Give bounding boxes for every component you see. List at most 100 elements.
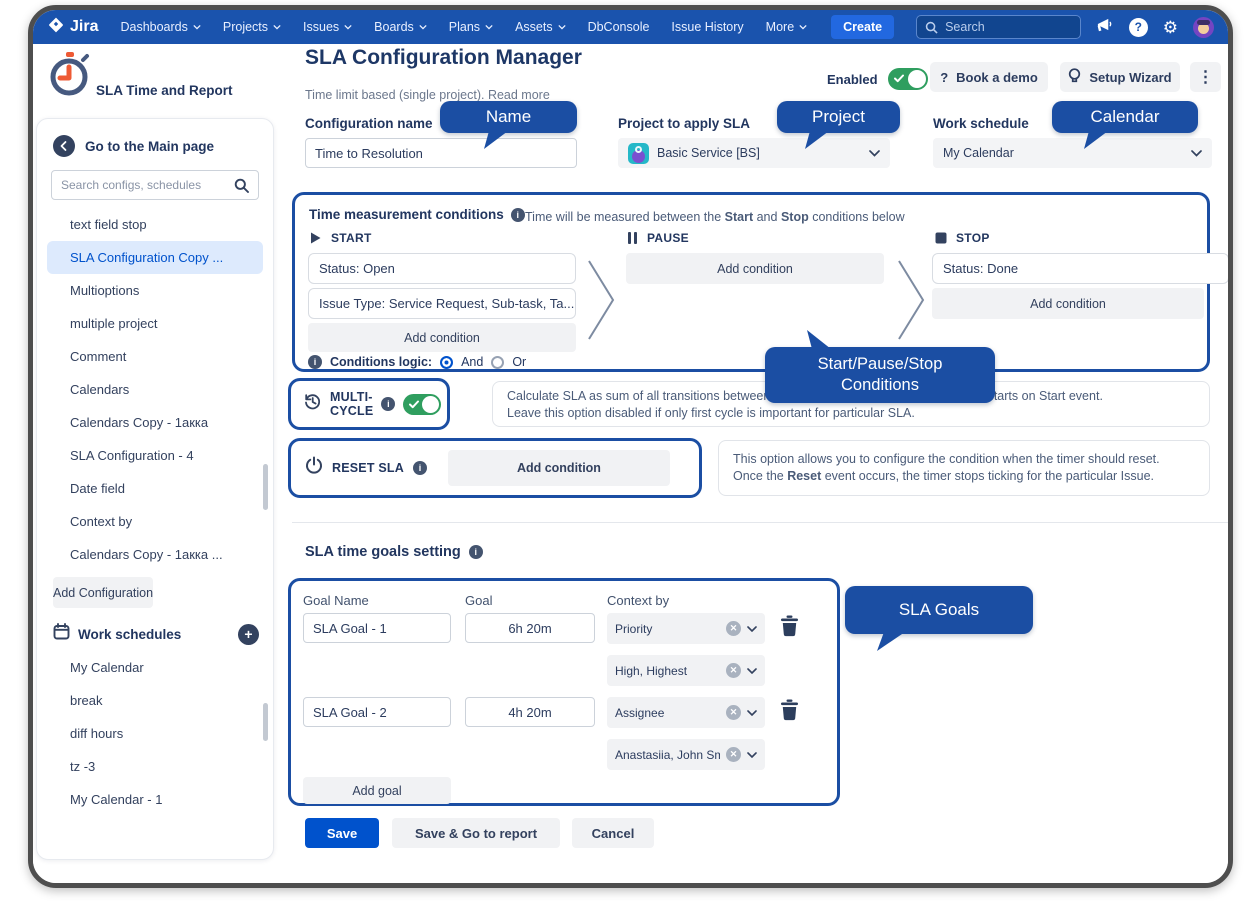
goal-time-input[interactable] bbox=[465, 697, 595, 727]
navbar-search[interactable] bbox=[916, 15, 1081, 39]
announcements-icon[interactable] bbox=[1095, 16, 1114, 38]
schedule-select[interactable]: My Calendar bbox=[933, 138, 1212, 168]
project-select[interactable]: Basic Service [BS] bbox=[618, 138, 890, 168]
chevron-down-icon bbox=[747, 752, 757, 758]
reset-add-condition-button[interactable]: Add condition bbox=[448, 450, 670, 486]
nav-item-plans[interactable]: Plans bbox=[449, 20, 493, 34]
goal-time-input[interactable] bbox=[465, 613, 595, 643]
time-measurement-section: Time measurement conditions i Time will … bbox=[292, 192, 1210, 372]
navbar-search-input[interactable] bbox=[945, 20, 1055, 34]
nav-item-assets[interactable]: Assets bbox=[515, 20, 566, 34]
add-goal-button[interactable]: Add goal bbox=[303, 777, 451, 804]
config-item[interactable]: text field stop bbox=[47, 208, 263, 241]
config-item[interactable]: Comment bbox=[47, 340, 263, 373]
delete-goal-icon[interactable] bbox=[780, 615, 799, 642]
delete-goal-icon[interactable] bbox=[780, 699, 799, 726]
nav-item-projects[interactable]: Projects bbox=[223, 20, 281, 34]
setup-wizard-button[interactable]: Setup Wizard bbox=[1060, 62, 1180, 92]
navbar-icon-group: ? ⚙ bbox=[1095, 16, 1214, 38]
config-item[interactable]: Calendars Copy - 1акка bbox=[47, 406, 263, 439]
app-title: SLA Time and Report bbox=[96, 83, 233, 103]
user-avatar[interactable] bbox=[1193, 17, 1214, 38]
schedule-item[interactable]: break bbox=[47, 684, 263, 717]
nav-item-issues[interactable]: Issues bbox=[303, 20, 352, 34]
multi-cycle-control: MULTI-CYCLE i bbox=[288, 378, 450, 430]
multi-cycle-toggle[interactable] bbox=[403, 394, 441, 415]
sidebar-search-input[interactable] bbox=[61, 178, 228, 192]
config-item[interactable]: SLA Configuration - 4 bbox=[47, 439, 263, 472]
book-demo-button[interactable]: ? Book a demo bbox=[930, 62, 1048, 92]
chevron-down-icon bbox=[869, 150, 880, 157]
schedule-item[interactable]: My Calendar bbox=[47, 651, 263, 684]
context-by-column-header: Context by bbox=[607, 593, 669, 608]
schedule-item[interactable]: tz -3 bbox=[47, 750, 263, 783]
goal-name-input[interactable] bbox=[303, 613, 451, 643]
context-field-select[interactable]: Priority ✕ bbox=[607, 613, 765, 644]
create-button[interactable]: Create bbox=[831, 15, 894, 39]
info-icon[interactable]: i bbox=[381, 397, 395, 411]
context-value-select[interactable]: Anastasiia, John Smit... ✕ bbox=[607, 739, 765, 770]
save-button[interactable]: Save bbox=[305, 818, 379, 848]
nav-item-boards[interactable]: Boards bbox=[374, 20, 427, 34]
clear-icon[interactable]: ✕ bbox=[726, 705, 741, 720]
nav-item-issue-history[interactable]: Issue History bbox=[671, 20, 743, 34]
gear-icon[interactable]: ⚙ bbox=[1163, 19, 1178, 36]
more-actions-kebab[interactable]: ⋮ bbox=[1190, 62, 1221, 92]
schedule-item[interactable]: diff hours bbox=[47, 717, 263, 750]
goal-name-input[interactable] bbox=[303, 697, 451, 727]
add-schedule-button[interactable]: + bbox=[238, 624, 259, 645]
read-more-link[interactable]: Read more bbox=[488, 88, 550, 102]
clear-icon[interactable]: ✕ bbox=[726, 747, 741, 762]
start-condition-chip[interactable]: Status: Open bbox=[308, 253, 576, 284]
info-icon[interactable]: i bbox=[469, 545, 483, 559]
config-item[interactable]: Calendars Copy - 1акка ... bbox=[47, 538, 263, 571]
bulb-icon bbox=[1068, 68, 1081, 87]
pause-add-condition-button[interactable]: Add condition bbox=[626, 253, 884, 284]
stop-icon bbox=[935, 232, 947, 244]
enabled-toggle[interactable] bbox=[888, 68, 928, 90]
schedule-list: My Calendar break diff hours tz -3 My Ca… bbox=[37, 651, 273, 816]
nav-item-dashboards[interactable]: Dashboards bbox=[120, 20, 200, 34]
page-title: SLA Configuration Manager bbox=[305, 46, 582, 70]
logic-or-radio[interactable] bbox=[491, 356, 504, 369]
calendar-icon bbox=[53, 623, 70, 645]
config-item[interactable]: multiple project bbox=[47, 307, 263, 340]
schedules-scrollbar[interactable] bbox=[263, 703, 268, 741]
config-item[interactable]: Context by bbox=[47, 505, 263, 538]
help-icon[interactable]: ? bbox=[1129, 18, 1148, 37]
config-item[interactable]: Multioptions bbox=[47, 274, 263, 307]
info-icon[interactable]: i bbox=[308, 355, 322, 369]
start-condition-chip[interactable]: Issue Type: Service Request, Sub-task, T… bbox=[308, 288, 576, 319]
cancel-button[interactable]: Cancel bbox=[572, 818, 654, 848]
add-configuration-button[interactable]: Add Configuration bbox=[53, 577, 153, 608]
back-to-main-link[interactable]: Go to the Main page bbox=[37, 133, 273, 157]
chevron-separator-icon bbox=[585, 257, 617, 343]
screenshot-canvas: Jira Dashboards Projects Issues Boards P… bbox=[0, 0, 1255, 901]
configs-scrollbar[interactable] bbox=[263, 464, 268, 510]
logic-and-radio[interactable] bbox=[440, 356, 453, 369]
nav-item-dbconsole[interactable]: DbConsole bbox=[588, 20, 650, 34]
config-item-selected[interactable]: SLA Configuration Copy ... bbox=[47, 241, 263, 274]
goal-column-header: Goal bbox=[465, 593, 492, 608]
config-name-label: Configuration name bbox=[305, 116, 433, 131]
config-item[interactable]: Calendars bbox=[47, 373, 263, 406]
config-item[interactable]: Date field bbox=[47, 472, 263, 505]
start-add-condition-button[interactable]: Add condition bbox=[308, 323, 576, 352]
context-field-select[interactable]: Assignee ✕ bbox=[607, 697, 765, 728]
info-icon[interactable]: i bbox=[511, 208, 525, 222]
stop-add-condition-button[interactable]: Add condition bbox=[932, 288, 1204, 319]
save-go-report-button[interactable]: Save & Go to report bbox=[392, 818, 560, 848]
chevron-down-icon bbox=[1191, 150, 1202, 157]
pause-column-header: PAUSE bbox=[627, 231, 689, 245]
stop-condition-chip[interactable]: Status: Done bbox=[932, 253, 1229, 284]
clear-icon[interactable]: ✕ bbox=[726, 621, 741, 636]
clear-icon[interactable]: ✕ bbox=[726, 663, 741, 678]
info-icon[interactable]: i bbox=[413, 461, 427, 475]
config-name-input[interactable] bbox=[305, 138, 577, 168]
jira-logo[interactable]: Jira bbox=[47, 16, 98, 39]
sidebar-search[interactable] bbox=[51, 170, 259, 200]
nav-item-more[interactable]: More bbox=[766, 20, 807, 34]
schedule-label: Work schedule bbox=[933, 116, 1029, 131]
context-value-select[interactable]: High, Highest ✕ bbox=[607, 655, 765, 686]
schedule-item[interactable]: My Calendar - 1 bbox=[47, 783, 263, 816]
